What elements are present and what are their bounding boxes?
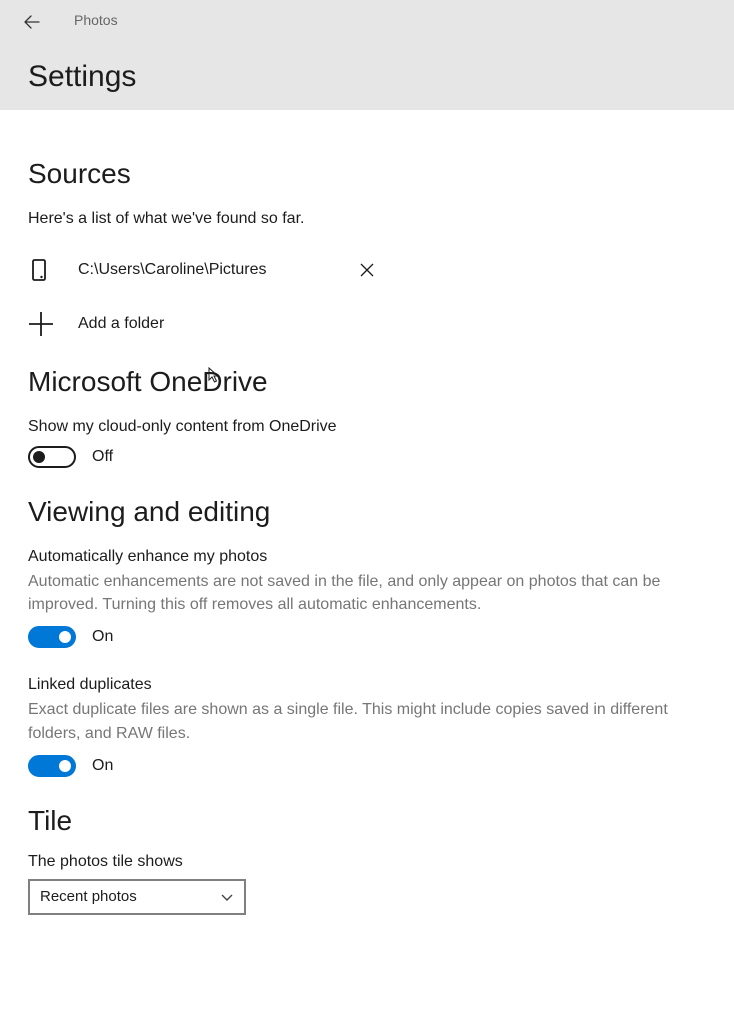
onedrive-label: Show my cloud-only content from OneDrive [28, 418, 706, 436]
onedrive-toggle[interactable] [28, 446, 76, 468]
enhance-label: Automatically enhance my photos [28, 548, 706, 566]
app-title: Photos [74, 12, 118, 28]
duplicates-toggle[interactable] [28, 755, 76, 777]
content-area: Sources Here's a list of what we've foun… [0, 110, 734, 915]
add-folder-button[interactable]: Add a folder [28, 300, 706, 348]
duplicates-desc: Exact duplicate files are shown as a sin… [28, 698, 706, 744]
toggle-knob [59, 760, 71, 772]
header-bar: Photos Settings [0, 0, 734, 110]
onedrive-heading: Microsoft OneDrive [28, 366, 706, 398]
enhance-toggle[interactable] [28, 626, 76, 648]
close-icon [360, 263, 374, 277]
chevron-down-icon [220, 890, 234, 904]
sources-heading: Sources [28, 158, 706, 190]
duplicates-label: Linked duplicates [28, 676, 706, 694]
plus-icon [28, 311, 54, 337]
onedrive-toggle-state: Off [92, 448, 113, 466]
device-folder-icon [28, 258, 52, 282]
enhance-desc: Automatic enhancements are not saved in … [28, 570, 706, 616]
page-title: Settings [28, 60, 136, 94]
tile-label: The photos tile shows [28, 853, 706, 871]
sources-intro: Here's a list of what we've found so far… [28, 210, 706, 228]
source-folder-path[interactable]: C:\Users\Caroline\Pictures [78, 261, 267, 279]
arrow-left-icon [24, 14, 40, 30]
toggle-knob [33, 451, 45, 463]
enhance-toggle-state: On [92, 628, 113, 646]
remove-folder-button[interactable] [359, 262, 375, 278]
back-button[interactable] [22, 12, 42, 32]
source-folder-row: C:\Users\Caroline\Pictures [28, 246, 706, 294]
viewing-heading: Viewing and editing [28, 496, 706, 528]
tile-dropdown[interactable]: Recent photos [28, 879, 246, 915]
tile-dropdown-value: Recent photos [40, 888, 137, 905]
toggle-knob [59, 631, 71, 643]
tile-heading: Tile [28, 805, 706, 837]
duplicates-toggle-state: On [92, 757, 113, 775]
add-folder-label: Add a folder [78, 315, 164, 333]
